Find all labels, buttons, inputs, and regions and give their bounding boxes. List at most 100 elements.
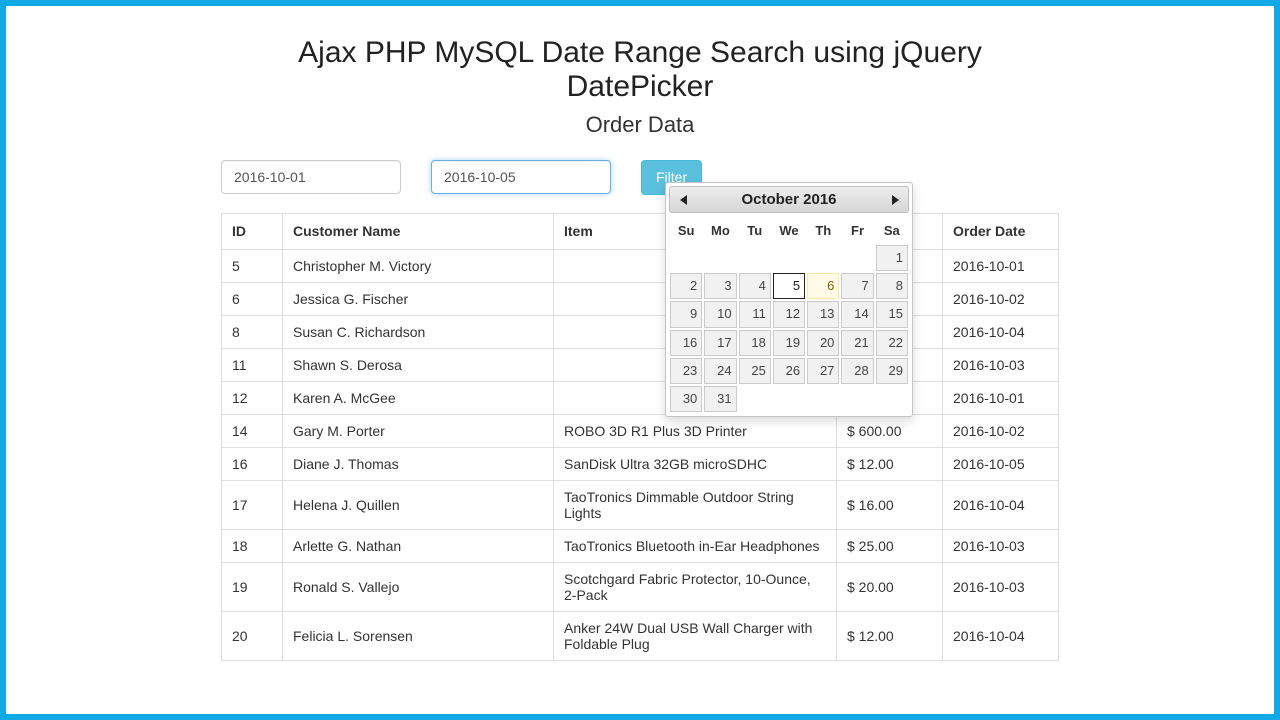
cell-id: 17 [222, 481, 283, 530]
next-month-button[interactable] [886, 191, 904, 209]
cell-value: $ 12.00 [837, 612, 943, 661]
calendar-day[interactable]: 24 [704, 358, 736, 384]
cell-item: Anker 24W Dual USB Wall Charger with Fol… [554, 612, 837, 661]
calendar-empty [773, 247, 805, 270]
page-title: Ajax PHP MySQL Date Range Search using j… [221, 36, 1059, 104]
to-date-input[interactable] [431, 160, 611, 194]
cell-id: 6 [222, 283, 283, 316]
dow-label: Mo [703, 217, 737, 244]
from-date-input[interactable] [221, 160, 401, 194]
cell-id: 5 [222, 250, 283, 283]
cell-customer: Ronald S. Vallejo [283, 563, 554, 612]
calendar-day[interactable]: 23 [670, 358, 702, 384]
cell-id: 12 [222, 382, 283, 415]
cell-item: SanDisk Ultra 32GB microSDHC [554, 448, 837, 481]
cell-item: ROBO 3D R1 Plus 3D Printer [554, 415, 837, 448]
table-row: 11Shawn S. Derosa$ 180.002016-10-03 [222, 349, 1059, 382]
cell-date: 2016-10-03 [943, 563, 1059, 612]
table-row: 14Gary M. PorterROBO 3D R1 Plus 3D Print… [222, 415, 1059, 448]
calendar-day[interactable]: 8 [876, 273, 908, 299]
dow-label: We [772, 217, 806, 244]
calendar-day[interactable]: 3 [704, 273, 736, 299]
cell-customer: Karen A. McGee [283, 382, 554, 415]
cell-customer: Susan C. Richardson [283, 316, 554, 349]
datepicker-popup[interactable]: October 2016 SuMoTuWeThFrSa 123456789101… [665, 182, 913, 417]
table-row: 12Karen A. McGee$ 25.002016-10-01 [222, 382, 1059, 415]
cell-item: Scotchgard Fabric Protector, 10-Ounce, 2… [554, 563, 837, 612]
calendar-day[interactable]: 31 [704, 386, 736, 412]
cell-customer: Helena J. Quillen [283, 481, 554, 530]
calendar-day[interactable]: 30 [670, 386, 702, 412]
calendar-day[interactable]: 7 [841, 273, 873, 299]
calendar-day[interactable]: 26 [773, 358, 805, 384]
col-date: Order Date [943, 213, 1059, 250]
calendar-day[interactable]: 5 [773, 273, 805, 299]
cell-date: 2016-10-03 [943, 530, 1059, 563]
page-subtitle: Order Data [221, 112, 1059, 138]
cell-customer: Diane J. Thomas [283, 448, 554, 481]
cell-item: TaoTronics Bluetooth in-Ear Headphones [554, 530, 837, 563]
table-header-row: ID Customer Name Item Value Order Date [222, 213, 1059, 250]
calendar-day[interactable]: 19 [773, 330, 805, 356]
calendar-day[interactable]: 29 [876, 358, 908, 384]
cell-date: 2016-10-02 [943, 283, 1059, 316]
cell-id: 19 [222, 563, 283, 612]
calendar-day[interactable]: 27 [807, 358, 839, 384]
calendar-day[interactable]: 12 [773, 301, 805, 327]
calendar-day[interactable]: 9 [670, 301, 702, 327]
dow-label: Fr [840, 217, 874, 244]
calendar-day[interactable]: 25 [739, 358, 771, 384]
calendar-day[interactable]: 28 [841, 358, 873, 384]
calendar-day[interactable]: 4 [739, 273, 771, 299]
cell-customer: Jessica G. Fischer [283, 283, 554, 316]
cell-date: 2016-10-04 [943, 481, 1059, 530]
cell-id: 11 [222, 349, 283, 382]
cell-value: $ 12.00 [837, 448, 943, 481]
table-row: 20Felicia L. SorensenAnker 24W Dual USB … [222, 612, 1059, 661]
calendar-day[interactable]: 10 [704, 301, 736, 327]
calendar-empty [807, 247, 839, 270]
filter-controls: Filter [221, 160, 1059, 195]
calendar-empty [807, 388, 839, 411]
calendar-empty [841, 247, 873, 270]
calendar-day[interactable]: 2 [670, 273, 702, 299]
calendar-empty [739, 388, 771, 411]
prev-month-button[interactable] [674, 191, 692, 209]
cell-value: $ 20.00 [837, 563, 943, 612]
cell-date: 2016-10-04 [943, 612, 1059, 661]
cell-customer: Shawn S. Derosa [283, 349, 554, 382]
cell-id: 8 [222, 316, 283, 349]
datepicker-header: October 2016 [669, 186, 909, 213]
calendar-day[interactable]: 22 [876, 330, 908, 356]
cell-id: 14 [222, 415, 283, 448]
cell-date: 2016-10-01 [943, 250, 1059, 283]
calendar-day[interactable]: 13 [807, 301, 839, 327]
calendar-day[interactable]: 18 [739, 330, 771, 356]
calendar-empty [876, 388, 908, 411]
cell-customer: Christopher M. Victory [283, 250, 554, 283]
cell-customer: Arlette G. Nathan [283, 530, 554, 563]
calendar-day[interactable]: 11 [739, 301, 771, 327]
calendar-day[interactable]: 6 [807, 273, 839, 299]
app-frame: Ajax PHP MySQL Date Range Search using j… [0, 0, 1280, 720]
calendar-day[interactable]: 20 [807, 330, 839, 356]
cell-id: 20 [222, 612, 283, 661]
triangle-right-icon [892, 195, 899, 205]
calendar-empty [841, 388, 873, 411]
cell-item: TaoTronics Dimmable Outdoor String Light… [554, 481, 837, 530]
calendar-day[interactable]: 21 [841, 330, 873, 356]
cell-customer: Gary M. Porter [283, 415, 554, 448]
calendar-day[interactable]: 15 [876, 301, 908, 327]
calendar-day[interactable]: 16 [670, 330, 702, 356]
table-row: 17Helena J. QuillenTaoTronics Dimmable O… [222, 481, 1059, 530]
calendar-empty [670, 247, 702, 270]
cell-value: $ 600.00 [837, 415, 943, 448]
table-row: 6Jessica G. Fischer$ 800.002016-10-02 [222, 283, 1059, 316]
calendar-day[interactable]: 14 [841, 301, 873, 327]
calendar-day[interactable]: 1 [876, 245, 908, 271]
cell-value: $ 25.00 [837, 530, 943, 563]
calendar-day[interactable]: 17 [704, 330, 736, 356]
cell-id: 18 [222, 530, 283, 563]
table-row: 18Arlette G. NathanTaoTronics Bluetooth … [222, 530, 1059, 563]
calendar-empty [773, 388, 805, 411]
